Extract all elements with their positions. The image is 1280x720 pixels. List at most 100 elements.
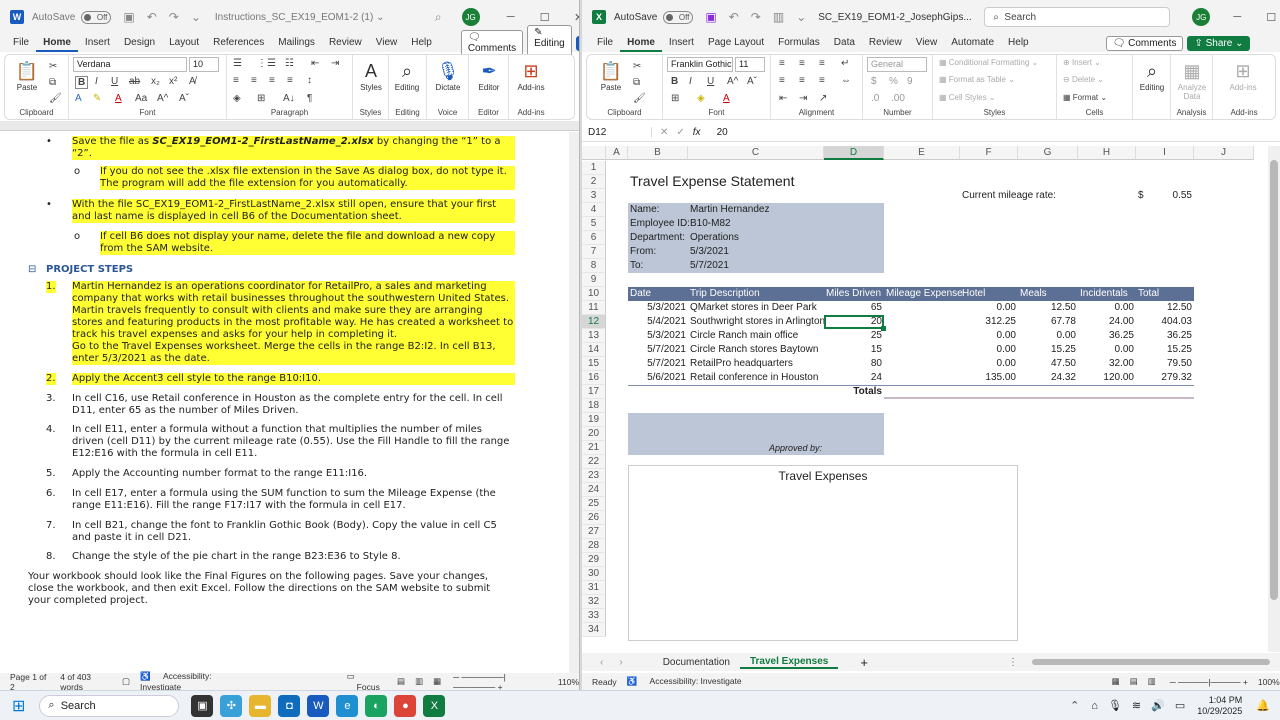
excel-tab-file[interactable]: File bbox=[590, 34, 620, 52]
borders-icon[interactable]: ⊞ bbox=[671, 93, 679, 104]
column-header-j[interactable]: J bbox=[1194, 146, 1254, 160]
store-icon[interactable]: ◘ bbox=[278, 694, 301, 717]
table-data-cell[interactable]: 67.78 bbox=[1020, 315, 1076, 329]
excel-addins-button[interactable]: ⊞ Add-ins bbox=[1225, 59, 1261, 92]
excel-taskbar-icon[interactable]: X bbox=[423, 694, 446, 717]
column-header-i[interactable]: I bbox=[1136, 146, 1194, 160]
align-bottom-icon[interactable]: ≡ bbox=[819, 58, 825, 69]
delete-cells-button[interactable]: ⊖ Delete ⌄ bbox=[1063, 75, 1104, 84]
shrink-font-icon[interactable]: Aˇ bbox=[179, 93, 189, 104]
decrease-indent-icon[interactable]: ⇤ bbox=[311, 58, 319, 69]
shrink-font-icon[interactable]: Aˇ bbox=[747, 76, 757, 87]
battery-icon[interactable]: ▭ bbox=[1175, 699, 1185, 712]
info-value[interactable]: B10-M82 bbox=[690, 217, 822, 231]
highlight-icon[interactable]: ✎ bbox=[93, 93, 101, 104]
table-data-cell[interactable]: 5/3/2021 bbox=[630, 329, 686, 343]
table-data-cell[interactable]: 0.00 bbox=[962, 329, 1016, 343]
word-editing-ribbon-button[interactable]: ⌕ Editing bbox=[389, 59, 425, 92]
row-header-2[interactable]: 2 bbox=[582, 175, 606, 189]
excel-paste-button[interactable]: 📋 Paste bbox=[593, 59, 629, 92]
row-header-10[interactable]: 10 bbox=[582, 287, 606, 301]
numbering-icon[interactable]: ⋮☰ bbox=[257, 58, 276, 69]
bold-icon[interactable]: B bbox=[671, 76, 678, 87]
web-layout-icon[interactable]: ▦ bbox=[433, 676, 441, 687]
word-tab-view[interactable]: View bbox=[369, 34, 405, 52]
taskbar-search[interactable]: ⌕ Search bbox=[39, 694, 180, 717]
word-tab-home[interactable]: Home bbox=[36, 34, 78, 52]
word-avatar[interactable]: JG bbox=[461, 8, 480, 26]
table-data-cell[interactable]: 0.00 bbox=[962, 343, 1016, 357]
search-icon[interactable]: ⌕ bbox=[435, 10, 442, 25]
table-header-cell[interactable]: Meals bbox=[1020, 287, 1076, 301]
row-header-34[interactable]: 34 bbox=[582, 623, 606, 637]
table-data-cell[interactable]: Circle Ranch main office bbox=[690, 329, 822, 343]
info-value[interactable]: Operations bbox=[690, 231, 822, 245]
word-tab-insert[interactable]: Insert bbox=[78, 34, 117, 52]
row-header-4[interactable]: 4 bbox=[582, 203, 606, 217]
table-data-cell[interactable]: 65 bbox=[826, 301, 882, 315]
column-header-h[interactable]: H bbox=[1078, 146, 1136, 160]
word-tab-mailings[interactable]: Mailings bbox=[271, 34, 322, 52]
format-painter-icon[interactable]: 🖌 bbox=[49, 93, 62, 104]
wifi-icon[interactable]: ≋ bbox=[1132, 699, 1141, 712]
table-data-cell[interactable]: RetailPro headquarters bbox=[690, 357, 822, 371]
task-view-icon[interactable]: ▣ bbox=[191, 694, 214, 717]
percent-icon[interactable]: % bbox=[889, 76, 898, 87]
excel-doc-title[interactable]: SC_EX19_EOM1-2_JosephGips... ⌄ bbox=[818, 12, 972, 23]
system-tray-chevron-icon[interactable]: ⌃ bbox=[1070, 699, 1079, 712]
word-tab-help[interactable]: Help bbox=[404, 34, 439, 52]
word-ruler[interactable] bbox=[0, 121, 579, 131]
close-icon[interactable]: ✕ bbox=[562, 11, 579, 24]
row-header-28[interactable]: 28 bbox=[582, 539, 606, 553]
excel-customize-icon[interactable]: ⌄ bbox=[796, 10, 806, 24]
word-autosave-toggle[interactable]: Off bbox=[81, 10, 112, 24]
pie-chart-area[interactable] bbox=[628, 465, 1018, 641]
cell-styles-button[interactable]: ▦ Cell Styles ⌄ bbox=[939, 93, 996, 102]
excel-font-name[interactable]: Franklin Gothic bbox=[667, 57, 733, 72]
info-label[interactable]: To: bbox=[630, 259, 686, 273]
word-count[interactable]: 4 of 403 words bbox=[60, 672, 112, 691]
align-right-icon[interactable]: ≡ bbox=[269, 75, 275, 86]
table-data-cell[interactable]: 120.00 bbox=[1080, 371, 1134, 385]
show-marks-icon[interactable]: ¶ bbox=[307, 93, 312, 104]
excel-vertical-scrollbar[interactable] bbox=[1268, 146, 1280, 652]
table-data-cell[interactable]: 24.00 bbox=[1080, 315, 1134, 329]
select-all-corner[interactable] bbox=[582, 146, 606, 160]
row-header-21[interactable]: 21 bbox=[582, 441, 606, 455]
align-right-icon[interactable]: ≡ bbox=[819, 75, 825, 86]
row-header-26[interactable]: 26 bbox=[582, 511, 606, 525]
excel-tab-view[interactable]: View bbox=[909, 34, 945, 52]
table-data-cell[interactable]: QMarket stores in Deer Park bbox=[690, 301, 822, 315]
info-label[interactable]: Name: bbox=[630, 203, 686, 217]
row-header-16[interactable]: 16 bbox=[582, 371, 606, 385]
table-data-cell[interactable]: 36.25 bbox=[1138, 329, 1192, 343]
format-cells-button[interactable]: ▦ Format ⌄ bbox=[1063, 93, 1107, 102]
analyze-data-button[interactable]: ▦ Analyze Data bbox=[1174, 59, 1210, 101]
next-sheet-icon[interactable]: › bbox=[619, 657, 622, 668]
row-header-8[interactable]: 8 bbox=[582, 259, 606, 273]
excel-tab-formulas[interactable]: Formulas bbox=[771, 34, 827, 52]
align-center-icon[interactable]: ≡ bbox=[251, 75, 257, 86]
table-header-cell[interactable]: Total bbox=[1138, 287, 1192, 301]
info-value[interactable]: 5/7/2021 bbox=[690, 259, 822, 273]
word-comments-button[interactable]: 🗨 Comments bbox=[460, 30, 524, 56]
table-data-cell[interactable]: 0.00 bbox=[1020, 329, 1076, 343]
notifications-icon[interactable]: 🔔 bbox=[1256, 699, 1270, 712]
table-data-cell[interactable]: 15.25 bbox=[1138, 343, 1192, 357]
italic-icon[interactable]: I bbox=[95, 76, 98, 87]
row-header-5[interactable]: 5 bbox=[582, 217, 606, 231]
edge-icon[interactable]: e bbox=[336, 694, 359, 717]
horizontal-scrollbar[interactable] bbox=[1031, 659, 1270, 665]
table-data-cell[interactable]: 5/4/2021 bbox=[630, 315, 686, 329]
align-center-icon[interactable]: ≡ bbox=[799, 75, 805, 86]
excel-minimize-icon[interactable]: ─ bbox=[1220, 11, 1254, 23]
table-data-cell[interactable]: 0.00 bbox=[1080, 343, 1134, 357]
word-document-page[interactable]: • Save the file as SC_EX19_EOM1-2_FirstLa… bbox=[0, 132, 569, 673]
word-editor-button[interactable]: ✒ Editor bbox=[471, 59, 507, 92]
word-share-button[interactable]: ⇪ bbox=[575, 35, 579, 51]
row-header-19[interactable]: 19 bbox=[582, 413, 606, 427]
table-data-cell[interactable]: 12.50 bbox=[1020, 301, 1076, 315]
excel-avatar[interactable]: JG bbox=[1192, 8, 1211, 26]
clear-format-icon[interactable]: A̸ bbox=[189, 76, 196, 87]
table-data-cell[interactable]: 5/7/2021 bbox=[630, 357, 686, 371]
